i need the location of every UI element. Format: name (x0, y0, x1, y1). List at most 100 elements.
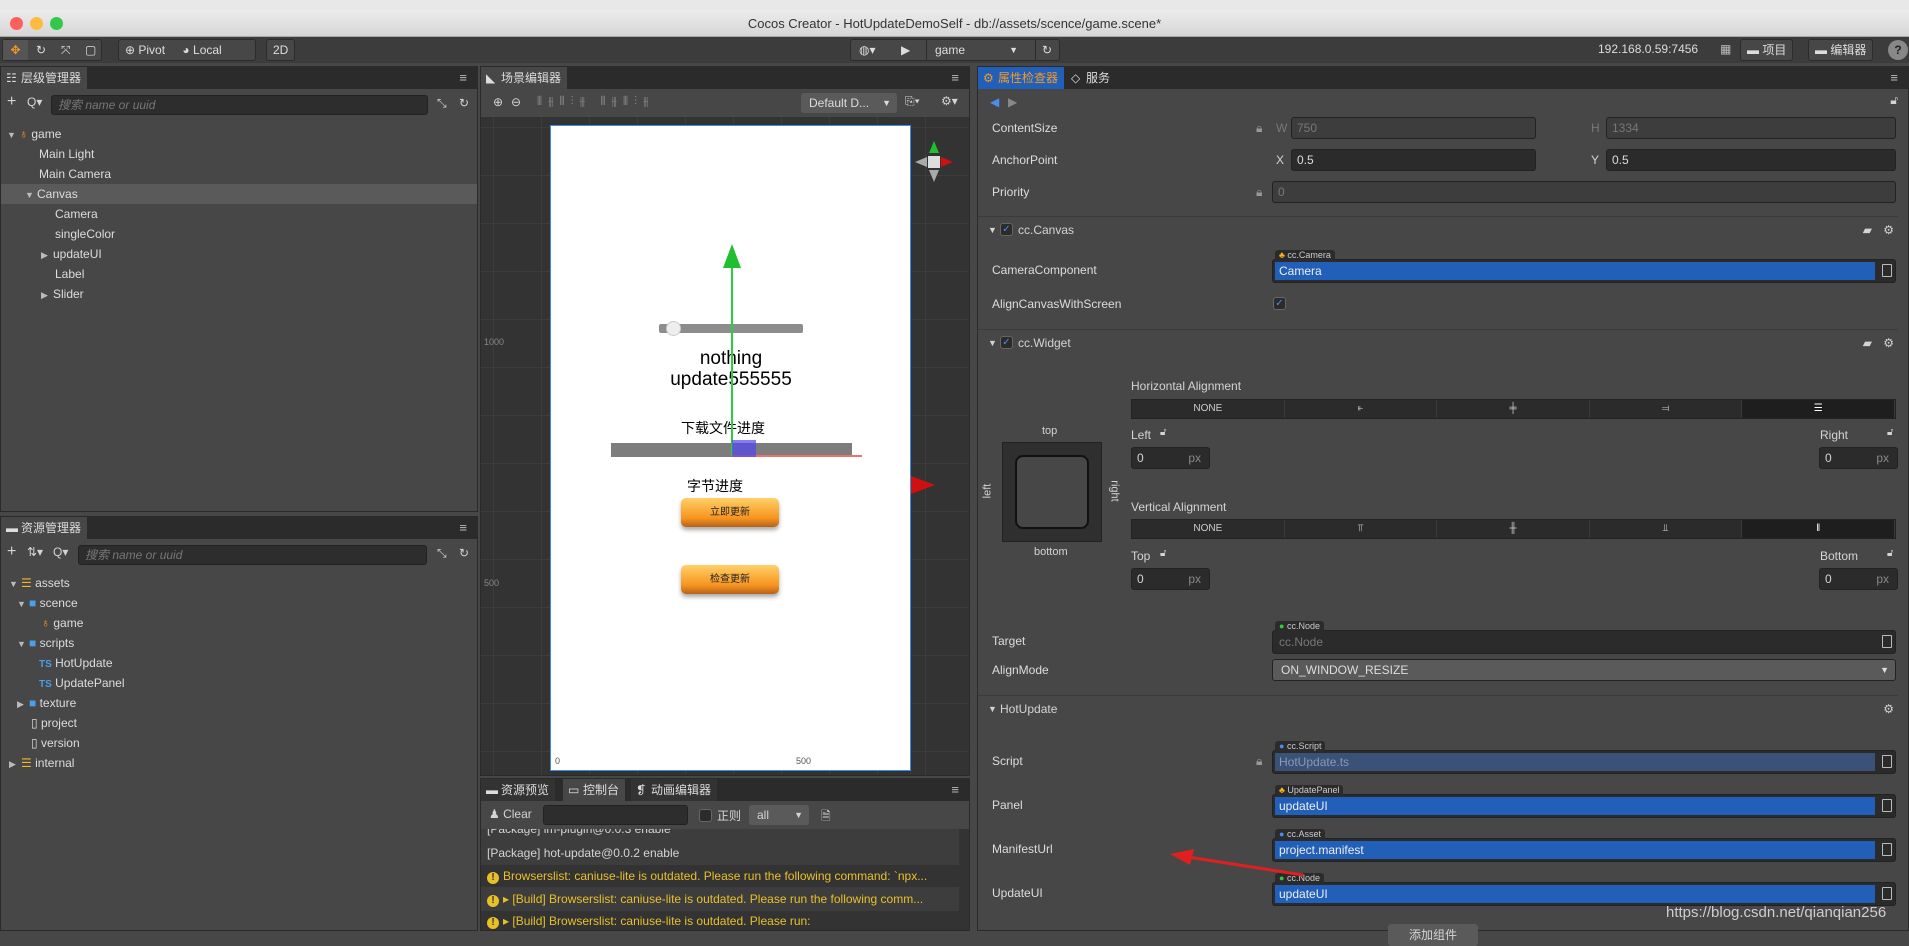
tree-node[interactable]: Label (1, 264, 477, 284)
h-align-bar[interactable]: NONE ⫦ ╪ ⫤ ☰ (1131, 399, 1896, 419)
tab-inspector[interactable]: ⚙ 属性检查器 (978, 67, 1065, 89)
qrcode-icon[interactable]: ▦ (1720, 42, 1731, 56)
anchor-x-input[interactable]: 0.5 (1291, 149, 1536, 171)
panel-menu-icon[interactable]: ≡ (1890, 70, 1898, 85)
picker-icon[interactable] (1882, 843, 1892, 856)
lock-open-icon[interactable]: 🔓︎ (1160, 548, 1166, 559)
asset-script[interactable]: TS UpdatePanel (1, 673, 477, 693)
tab-scene-editor[interactable]: ◣ 场景编辑器 (481, 67, 568, 89)
tree-node-canvas[interactable]: ▼ Canvas (1, 184, 477, 204)
camera-icon[interactable]: ⎘▾ (905, 94, 920, 109)
lock-open-icon[interactable]: 🔓︎ (1890, 93, 1898, 108)
align-right-icon[interactable]: ⫤ (1590, 400, 1743, 418)
clear-button[interactable]: ♟ Clear (489, 807, 532, 821)
component-header-canvas[interactable]: ▼ ✓ cc.Canvas ▰ ⚙ (978, 216, 1898, 242)
lock-open-icon[interactable]: 🔓︎ (1887, 427, 1893, 438)
add-icon[interactable]: + (7, 543, 16, 561)
console-filter-input[interactable] (543, 805, 688, 825)
align-canvas-checkbox[interactable]: ✓ (1273, 297, 1286, 310)
asset-file[interactable]: ▯ version (1, 733, 477, 753)
align-mode-select[interactable]: ON_WINDOW_RESIZE ▼ (1272, 659, 1896, 681)
update-now-button[interactable]: 立即更新 (681, 498, 779, 527)
refresh-icon[interactable]: ↻ (459, 96, 469, 110)
collapse-icon[interactable]: ⤡ (437, 546, 447, 561)
open-log-icon[interactable]: 🗎 (821, 807, 831, 828)
tree-node[interactable]: ▶ updateUI (1, 244, 477, 264)
panel-field[interactable]: ♣ UpdatePanel updateUI (1272, 785, 1896, 818)
picker-icon[interactable] (1882, 799, 1892, 812)
panel-menu-icon[interactable]: ≡ (459, 520, 467, 535)
help-doc-icon[interactable]: ▰ (1863, 330, 1872, 356)
scale-tool-icon[interactable]: ⤧ (61, 40, 71, 60)
align-center-icon[interactable]: ╪ (1437, 400, 1590, 418)
tree-node[interactable]: ▶ Slider (1, 284, 477, 304)
asset-script[interactable]: TS HotUpdate (1, 653, 477, 673)
gear-icon[interactable]: ⚙ (1883, 330, 1894, 356)
gizmo-y-arrow-icon[interactable] (723, 244, 741, 268)
align-bottom-icon[interactable]: ⫫ (1590, 520, 1743, 538)
add-icon[interactable]: + (7, 93, 16, 111)
zoom-out-icon[interactable]: ⊖ (511, 95, 521, 109)
move-tool-icon[interactable]: ✥ (3, 40, 28, 60)
add-component-button[interactable]: 添加组件 (1388, 924, 1478, 946)
log-level-select[interactable]: all ▼ (749, 805, 809, 825)
tab-assets[interactable]: ▬ 资源管理器 (1, 517, 88, 539)
asset-folder[interactable]: ▼ ■ scence (1, 593, 477, 613)
top-input[interactable]: 0 px (1131, 568, 1210, 590)
refresh-icon[interactable]: ↻ (459, 546, 469, 560)
enable-checkbox[interactable]: ✓ (1000, 336, 1013, 349)
slider-handle[interactable] (666, 321, 682, 336)
2d-button[interactable]: 2D (266, 39, 296, 61)
asset-db-assets[interactable]: ▼ ☰ assets (1, 573, 477, 593)
play-icon[interactable]: ▶ (901, 40, 910, 60)
search-icon[interactable]: Q▾ (53, 545, 68, 559)
hierarchy-search-input[interactable]: 搜索 name or uuid (51, 95, 428, 115)
collapse-icon[interactable]: ⤡ (437, 96, 447, 111)
tab-services[interactable]: ◇ 服务 (1066, 67, 1117, 89)
warn-line[interactable]: ! ▸ [Build] Browserslist: caniuse-lite is… (481, 909, 959, 930)
collapse-icon[interactable]: ▼ (988, 330, 997, 356)
project-button[interactable]: ▬ 项目 (1740, 39, 1794, 61)
tree-node-game[interactable]: ▼ ♁ game (1, 124, 477, 144)
picker-icon[interactable] (1882, 264, 1892, 277)
tab-hierarchy[interactable]: ☷ 层级管理器 (1, 67, 88, 89)
asset-file[interactable]: ▯ project (1, 713, 477, 733)
help-button[interactable]: ? (1888, 40, 1908, 60)
asset-scene[interactable]: ♁ game (1, 613, 477, 633)
panel-menu-icon[interactable]: ≡ (951, 70, 959, 85)
rotate-tool-icon[interactable]: ↻ (36, 40, 46, 60)
platform-globe-icon[interactable]: ◍▾ (859, 40, 876, 60)
minimize-window-button[interactable] (30, 17, 43, 30)
update-ui-field[interactable]: ● cc.Node updateUI (1272, 873, 1896, 906)
maximize-window-button[interactable] (50, 17, 63, 30)
anchor-y-input[interactable]: 0.5 (1606, 149, 1896, 171)
gizmo-x-arrow-icon[interactable] (911, 476, 935, 494)
align-stretch-icon[interactable]: ☰ (1742, 400, 1895, 418)
gizmo-y-axis[interactable] (731, 266, 733, 456)
tree-node[interactable]: Main Camera (1, 164, 477, 184)
asset-folder[interactable]: ▶ ■ texture (1, 693, 477, 713)
align-top-icon[interactable]: ⫪ (1285, 520, 1438, 538)
align-none[interactable]: NONE (1132, 520, 1285, 538)
scene-viewport[interactable]: 1000 500 0 nothing update555555 下载文件进度 字… (481, 117, 969, 775)
left-input[interactable]: 0 px (1131, 447, 1210, 469)
scene-select[interactable]: game ▼ (926, 40, 1026, 60)
forward-icon[interactable]: ▶ (1008, 95, 1017, 109)
enable-checkbox[interactable]: ✓ (1000, 223, 1013, 236)
search-icon[interactable]: Q▾ (27, 95, 42, 109)
pivot-button[interactable]: ⊕ Pivot (125, 43, 165, 57)
manifest-url-field[interactable]: ● cc.Asset project.manifest (1272, 829, 1896, 862)
tree-node[interactable]: Main Light (1, 144, 477, 164)
assets-search-input[interactable]: 搜索 name or uuid (78, 545, 427, 565)
picker-icon[interactable] (1882, 887, 1892, 900)
picker-icon[interactable] (1882, 635, 1892, 648)
v-align-bar[interactable]: NONE ⫪ ╫ ⫫ ‖ (1131, 519, 1896, 539)
collapse-icon[interactable]: ▼ (988, 696, 997, 722)
warn-line[interactable]: ! ▸ [Build] Browserslist: caniuse-lite is… (481, 887, 959, 911)
camera-component-field[interactable]: ♣ cc.Camera Camera (1272, 250, 1896, 283)
settings-icon[interactable]: ⚙▾ (941, 94, 958, 108)
align-left-icon[interactable]: ⫦ (1285, 400, 1438, 418)
gear-icon[interactable]: ⚙ (1883, 696, 1894, 722)
asset-db-internal[interactable]: ▶ ☰ internal (1, 753, 477, 773)
align-stretch-icon[interactable]: ‖ (1742, 520, 1895, 538)
